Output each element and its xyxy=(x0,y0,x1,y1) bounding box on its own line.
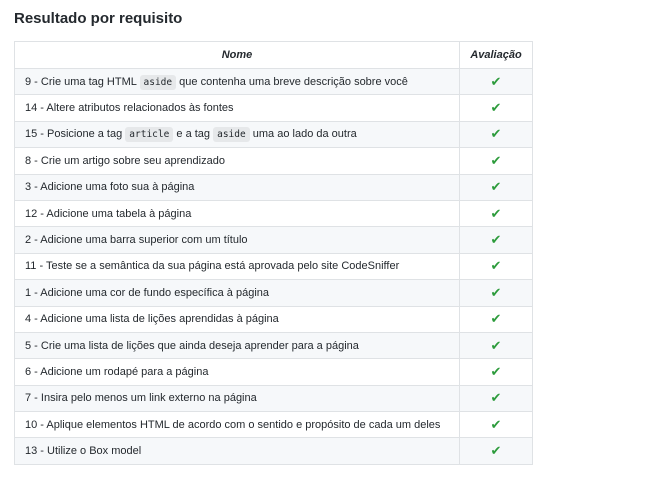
requirement-name: 4 - Adicione uma lista de lições aprendi… xyxy=(14,305,460,333)
checkmark-icon: ✔ xyxy=(490,179,502,195)
table-row: 4 - Adicione uma lista de lições aprendi… xyxy=(14,305,533,333)
table-row: 5 - Crie uma lista de lições que ainda d… xyxy=(14,331,533,360)
requirement-text: 10 - Aplique elementos HTML de acordo co… xyxy=(25,418,441,431)
table-header-row: Nome Avaliação xyxy=(14,41,533,69)
table-row: 2 - Adicione uma barra superior com um t… xyxy=(14,226,533,254)
requirement-text: 3 - Adicione uma foto sua à página xyxy=(25,181,195,194)
checkmark-icon: ✔ xyxy=(490,363,502,379)
requirement-name: 9 - Crie uma tag HTML aside que contenha… xyxy=(14,67,460,96)
requirement-name: 1 - Adicione uma cor de fundo específica… xyxy=(14,279,460,307)
table-row: 10 - Aplique elementos HTML de acordo co… xyxy=(14,411,533,439)
table-row: 15 - Posicione a tag article e a tag asi… xyxy=(14,120,533,149)
checkmark-icon: ✔ xyxy=(490,232,502,248)
inline-code: article xyxy=(125,127,174,143)
evaluation-cell: ✔ xyxy=(459,358,533,386)
requirement-text: 13 - Utilize o Box model xyxy=(25,445,142,458)
requirement-name: 2 - Adicione uma barra superior com um t… xyxy=(14,226,460,254)
requirement-name: 14 - Altere atributos relacionados às fo… xyxy=(14,94,460,122)
table-row: 9 - Crie uma tag HTML aside que contenha… xyxy=(14,67,533,96)
requirement-name: 3 - Adicione uma foto sua à página xyxy=(14,173,460,201)
requirement-text: 15 - Posicione a tag xyxy=(25,128,126,141)
requirement-name: 11 - Teste se a semântica da sua página … xyxy=(14,252,460,281)
evaluation-cell: ✔ xyxy=(459,252,533,281)
checkmark-icon: ✔ xyxy=(490,126,502,142)
checkmark-icon: ✔ xyxy=(490,100,502,116)
evaluation-cell: ✔ xyxy=(459,147,533,175)
table-row: 13 - Utilize o Box model ✔ xyxy=(14,437,533,465)
evaluation-cell: ✔ xyxy=(459,279,533,307)
inline-code: aside xyxy=(139,74,177,90)
evaluation-cell: ✔ xyxy=(459,67,533,96)
requirement-text: 2 - Adicione uma barra superior com um t… xyxy=(25,234,248,247)
column-header-evaluation: Avaliação xyxy=(459,41,533,69)
requirement-name: 8 - Crie um artigo sobre seu aprendizado xyxy=(14,147,460,175)
requirement-name: 5 - Crie uma lista de lições que ainda d… xyxy=(14,331,460,360)
table-row: 7 - Insira pelo menos um link externo na… xyxy=(14,384,533,413)
evaluation-cell: ✔ xyxy=(459,199,533,228)
evaluation-cell: ✔ xyxy=(459,437,533,465)
table-row: 1 - Adicione uma cor de fundo específica… xyxy=(14,279,533,307)
requirement-text: 8 - Crie um artigo sobre seu aprendizado xyxy=(25,154,225,167)
requirement-name: 13 - Utilize o Box model xyxy=(14,437,460,465)
table-row: 3 - Adicione uma foto sua à página ✔ xyxy=(14,173,533,201)
checkmark-icon: ✔ xyxy=(490,443,502,459)
section-title: Resultado por requisito xyxy=(14,10,183,27)
evaluation-cell: ✔ xyxy=(459,94,533,122)
evaluation-cell: ✔ xyxy=(459,305,533,333)
requirement-name: 15 - Posicione a tag article e a tag asi… xyxy=(14,120,460,149)
inline-code: aside xyxy=(213,127,250,143)
requirement-text: uma ao lado da outra xyxy=(249,128,357,141)
table-row: 11 - Teste se a semântica da sua página … xyxy=(14,252,533,281)
column-header-name: Nome xyxy=(14,41,460,69)
evaluation-cell: ✔ xyxy=(459,173,533,201)
checkmark-icon: ✔ xyxy=(490,152,502,168)
checkmark-icon: ✔ xyxy=(490,258,502,274)
evaluation-cell: ✔ xyxy=(459,226,533,254)
checkmark-icon: ✔ xyxy=(490,73,502,89)
checkmark-icon: ✔ xyxy=(490,284,502,300)
table-row: 14 - Altere atributos relacionados às fo… xyxy=(14,94,533,122)
requirement-name: 12 - Adicione uma tabela à página xyxy=(14,199,460,228)
requirement-text: 6 - Adicione um rodapé para a página xyxy=(25,365,209,378)
evaluation-cell: ✔ xyxy=(459,411,533,439)
table-row: 8 - Crie um artigo sobre seu aprendizado… xyxy=(14,147,533,175)
requirement-text: 7 - Insira pelo menos um link externo na… xyxy=(25,392,257,405)
checkmark-icon: ✔ xyxy=(490,205,502,221)
requirement-text: 5 - Crie uma lista de lições que ainda d… xyxy=(25,339,359,352)
requirement-text: 4 - Adicione uma lista de lições aprendi… xyxy=(25,313,279,326)
requirement-text: e a tag xyxy=(173,128,214,141)
requirement-name: 7 - Insira pelo menos um link externo na… xyxy=(14,384,460,413)
requirement-name: 10 - Aplique elementos HTML de acordo co… xyxy=(14,411,460,439)
requirement-text: 12 - Adicione uma tabela à página xyxy=(25,207,192,220)
checkmark-icon: ✔ xyxy=(490,311,502,327)
requirement-text: 11 - Teste se a semântica da sua página … xyxy=(25,260,400,273)
evaluation-cell: ✔ xyxy=(459,120,533,149)
table-body: 9 - Crie uma tag HTML aside que contenha… xyxy=(14,67,533,465)
requirement-name: 6 - Adicione um rodapé para a página xyxy=(14,358,460,386)
requirement-text: 1 - Adicione uma cor de fundo específica… xyxy=(25,286,269,299)
requirement-text: que contenha uma breve descrição sobre v… xyxy=(176,75,408,88)
evaluation-cell: ✔ xyxy=(459,384,533,413)
checkmark-icon: ✔ xyxy=(490,337,502,353)
checkmark-icon: ✔ xyxy=(490,416,502,432)
checkmark-icon: ✔ xyxy=(490,390,502,406)
requirements-table: Nome Avaliação 9 - Crie uma tag HTML asi… xyxy=(14,41,533,465)
requirement-text: 14 - Altere atributos relacionados às fo… xyxy=(25,102,234,115)
requirement-text: 9 - Crie uma tag HTML xyxy=(25,75,140,88)
evaluation-cell: ✔ xyxy=(459,331,533,360)
table-row: 6 - Adicione um rodapé para a página ✔ xyxy=(14,358,533,386)
table-row: 12 - Adicione uma tabela à página ✔ xyxy=(14,199,533,228)
